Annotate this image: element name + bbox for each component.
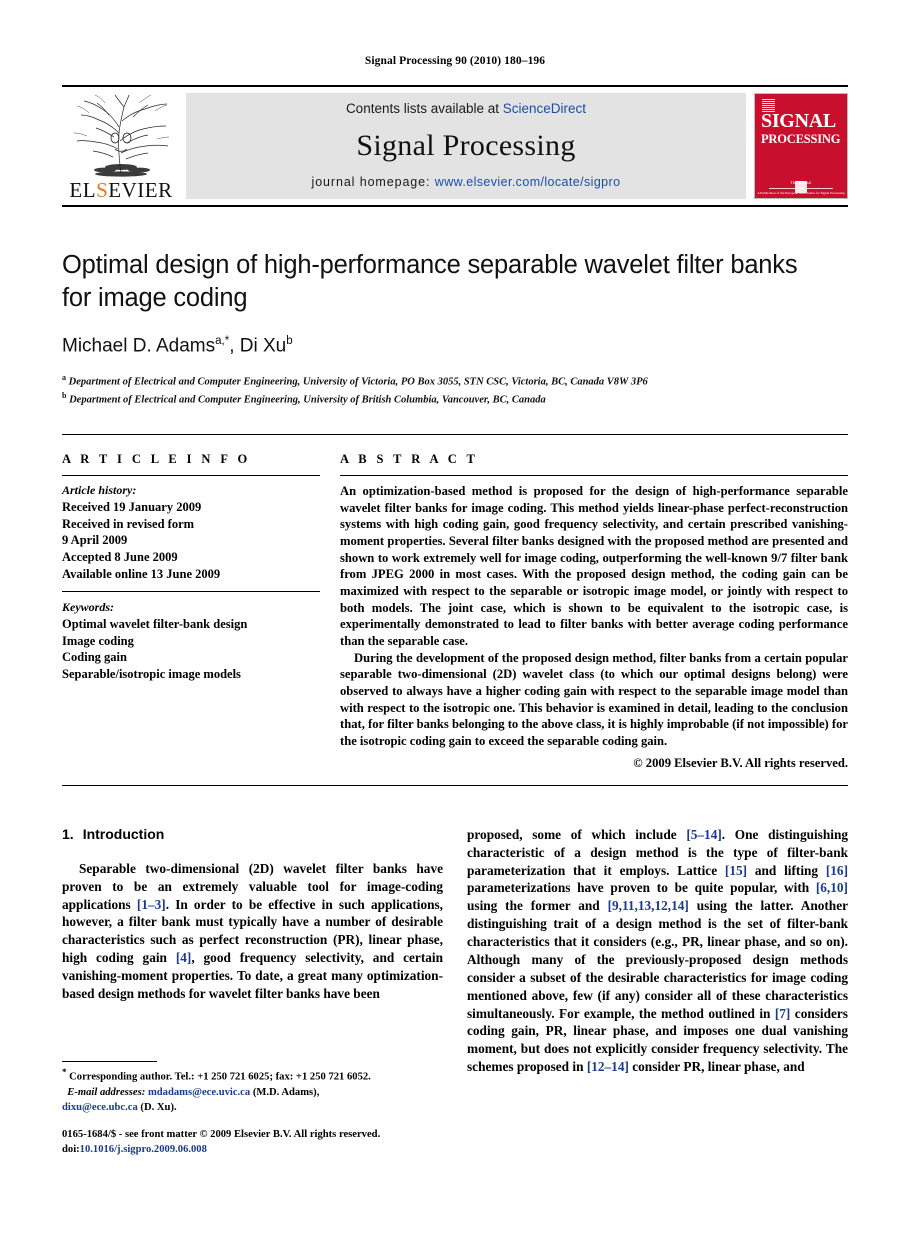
journal-title: Signal Processing (356, 128, 576, 162)
intro-text-seg: proposed, some of which include (467, 826, 687, 842)
article-info-label: A R T I C L E I N F O (62, 452, 251, 467)
section-title: Introduction (82, 825, 165, 842)
contents-available-line: Contents lists available at ScienceDirec… (346, 101, 586, 116)
citation-link[interactable]: [15] (725, 863, 747, 878)
journal-masthead: ELSEVIER Contents lists available at Sci… (62, 85, 848, 205)
intro-text-seg: using the latter. Another distinguishing… (467, 898, 848, 1021)
citation-link[interactable]: [6,10] (816, 880, 848, 895)
doi-label: doi: (62, 1144, 80, 1156)
affiliation-b-mark: b (62, 390, 67, 400)
cover-title-line2: PROCESSING (761, 132, 841, 146)
journal-cover-thumbnail: SIGNAL PROCESSING The Journal A Publicat… (754, 93, 848, 199)
author-2: Di Xu (239, 335, 287, 357)
body-column-right: proposed, some of which include [5–14]. … (467, 826, 848, 1076)
keyword-item: Optimal wavelet filter-bank design (62, 617, 248, 632)
info-abstract-section: A R T I C L E I N F O Article history: R… (62, 434, 848, 771)
intro-text-seg: parameterizations have proven to be quit… (467, 880, 816, 896)
abstract-bottom-rule (62, 784, 848, 786)
elsevier-logo: ELSEVIER (62, 87, 180, 205)
history-line: Available online 13 June 2009 (62, 566, 221, 581)
contents-prefix: Contents lists available at (345, 101, 503, 116)
affiliation-a-text: Department of Electrical and Computer En… (68, 376, 648, 388)
affiliations: a Department of Electrical and Computer … (62, 372, 848, 409)
keywords-heading: Keywords: (62, 600, 114, 615)
footnote-marker: * (62, 1067, 67, 1077)
abstract-rule (340, 475, 848, 477)
doi-link[interactable]: 10.1016/j.sigpro.2009.06.008 (80, 1144, 207, 1155)
abstract-paragraph: An optimization-based method is proposed… (340, 484, 848, 649)
abstract-copyright: © 2009 Elsevier B.V. All rights reserved… (633, 755, 848, 770)
section-number: 1. (62, 825, 74, 842)
article-info-rule (62, 475, 320, 477)
elsevier-tree-icon (73, 94, 170, 177)
imprint-block: 0165-1684/$ - see front matter © 2009 El… (62, 1127, 482, 1157)
history-line: 9 April 2009 (62, 533, 128, 548)
intro-text-seg: consider PR, linear phase, and (628, 1059, 805, 1075)
footnote-corresponding-text: Corresponding author. Tel.: +1 250 721 6… (69, 1071, 371, 1083)
citation-link[interactable]: [7] (775, 1006, 791, 1021)
keyword-item: Coding gain (62, 650, 127, 665)
email-owner-xu: (D. Xu). (140, 1101, 177, 1113)
article-info-column: A R T I C L E I N F O Article history: R… (62, 452, 320, 771)
email-addresses-label: E-mail addresses: (67, 1086, 146, 1098)
author-list: Michael D. Adamsa,*, Di Xub (62, 335, 293, 357)
abstract-paragraph: During the development of the proposed d… (340, 650, 848, 749)
affiliation-b: b Department of Electrical and Computer … (62, 390, 848, 408)
abstract-label: A B S T R A C T (340, 452, 479, 467)
footnote-rule (62, 1061, 157, 1062)
corresponding-author-footnote: * Corresponding author. Tel.: +1 250 721… (62, 1061, 443, 1115)
affiliation-a-mark: a (62, 372, 66, 382)
author-1: Michael D. Adams (62, 335, 216, 357)
cover-title-line1: SIGNAL (761, 110, 836, 132)
running-head: Signal Processing 90 (2010) 180–196 (364, 55, 546, 67)
body-column-left: 1. Introduction Separable two-dimensional… (62, 826, 443, 1076)
author-1-marks: a,* (215, 335, 230, 348)
page-content: Signal Processing 90 (2010) 180–196 ELSE… (62, 0, 848, 1076)
keywords-rule (62, 591, 320, 593)
email-owner-adams: (M.D. Adams), (252, 1086, 320, 1098)
title-block: Optimal design of high-performance separ… (62, 207, 848, 408)
citation-link[interactable]: [4] (176, 950, 192, 965)
affiliation-a: a Department of Electrical and Computer … (62, 372, 848, 390)
footnote-email-line-2: dixu@ece.ubc.ca (D. Xu). (62, 1100, 443, 1115)
footnote-email-line: E-mail addresses: mdadams@ece.uvic.ca (M… (62, 1085, 443, 1100)
intro-paragraph-left: Separable two-dimensional (2D) wavelet f… (62, 860, 443, 1003)
email-link-adams[interactable]: mdadams@ece.uvic.ca (148, 1087, 250, 1098)
citation-link[interactable]: [9,11,13,12,14] (608, 898, 689, 913)
footnote-corresponding-line: * Corresponding author. Tel.: +1 250 721… (62, 1066, 443, 1085)
citation-link[interactable]: [16] (826, 863, 848, 878)
journal-homepage-line: journal homepage: www.elsevier.com/locat… (312, 175, 621, 189)
intro-text-seg: and lifting (747, 862, 826, 878)
journal-homepage-link[interactable]: www.elsevier.com/locate/sigpro (435, 175, 621, 189)
paper-page: Signal Processing 90 (2010) 180–196 ELSE… (0, 0, 907, 1238)
sciencedirect-link[interactable]: ScienceDirect (503, 101, 586, 116)
history-line: Received 19 January 2009 (62, 500, 202, 515)
citation-link[interactable]: [1–3] (137, 897, 166, 912)
keyword-item: Separable/isotropic image models (62, 667, 241, 682)
paper-title: Optimal design of high-performance separ… (62, 251, 798, 312)
doi-line: doi:10.1016/j.sigpro.2009.06.008 (62, 1142, 482, 1157)
article-history-heading: Article history: (62, 483, 137, 498)
issn-line: 0165-1684/$ - see front matter © 2009 El… (62, 1129, 381, 1140)
keyword-item: Image coding (62, 633, 134, 648)
affiliation-b-text: Department of Electrical and Computer En… (69, 394, 546, 406)
intro-paragraph-right: proposed, some of which include [5–14]. … (467, 826, 848, 1076)
abstract-column: A B S T R A C T An optimization-based me… (340, 452, 848, 771)
masthead-center-panel: Contents lists available at ScienceDirec… (186, 93, 746, 199)
cover-emblem-icon (795, 181, 807, 193)
citation-link[interactable]: [12–14] (587, 1059, 629, 1074)
history-line: Accepted 8 June 2009 (62, 549, 178, 564)
elsevier-wordmark: ELSEVIER (69, 178, 173, 202)
author-2-marks: b (286, 335, 293, 348)
body-columns: 1. Introduction Separable two-dimensional… (62, 826, 848, 1076)
citation-link[interactable]: [5–14] (686, 827, 721, 842)
homepage-prefix: journal homepage: (311, 175, 435, 189)
intro-text-seg: using the former and (467, 898, 608, 914)
history-line: Received in revised form (62, 516, 195, 531)
section-heading-introduction: 1. Introduction (62, 826, 443, 842)
email-link-xu[interactable]: dixu@ece.ubc.ca (62, 1102, 138, 1113)
